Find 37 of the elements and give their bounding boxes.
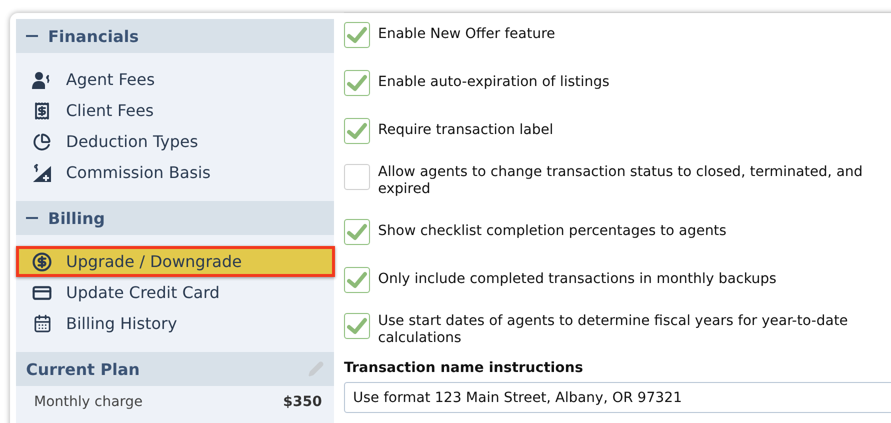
plan-value: $350 (283, 394, 322, 410)
edit-icon[interactable] (308, 361, 324, 377)
section-title: Financials (48, 26, 139, 46)
setting-label: Only include completed transactions in monthly backups (378, 271, 776, 288)
section-title: Billing (48, 208, 105, 228)
checkbox[interactable] (344, 164, 370, 190)
checkbox[interactable] (344, 313, 370, 339)
sidebar-item[interactable]: Deduction Types (16, 126, 334, 157)
receipt-icon (33, 102, 51, 120)
section-header[interactable]: Financials (16, 19, 334, 53)
checkbox[interactable] (344, 22, 370, 48)
sidebar-item[interactable]: Upgrade / Downgrade (16, 246, 335, 277)
section-header[interactable]: Billing (16, 201, 334, 235)
setting-label: Enable New Offer feature (378, 26, 556, 43)
setting-label: Use start dates of agents to determine fiscal years for year-to-date calculations (378, 313, 849, 347)
person-dollar-icon (32, 70, 52, 88)
sidebar-item[interactable]: Agent Fees (16, 64, 334, 95)
sidebar-item[interactable]: Billing History (16, 308, 334, 339)
sidebar-item[interactable]: Update Credit Card (16, 277, 334, 308)
pie-chart-icon (33, 132, 51, 150)
checkbox[interactable] (344, 266, 370, 292)
checkbox[interactable] (344, 118, 370, 144)
input-field[interactable]: Use format 123 Main Street, Albany, OR 97321 (344, 382, 891, 413)
setting-label: Show checklist completion percentages to agents (378, 223, 726, 240)
setting-label: Enable auto-expiration of listings (378, 74, 610, 91)
section-title: Current Plan (26, 360, 140, 378)
setting-label: Allow agents to change transaction status to closed, terminated, and expired (378, 164, 864, 198)
checkbox[interactable] (344, 218, 370, 244)
field-label: Transaction name instructions (344, 360, 584, 376)
setting-label: Require transaction label (378, 122, 554, 139)
calendar-icon (32, 314, 52, 333)
sidebar-item[interactable]: Commission Basis (16, 157, 334, 188)
checkbox[interactable] (344, 70, 370, 96)
triangle-dollar-icon (32, 162, 52, 182)
dollar-coin-icon (32, 252, 52, 272)
plan-label: Monthly charge (34, 394, 143, 410)
sidebar-item[interactable]: Client Fees (16, 95, 334, 126)
